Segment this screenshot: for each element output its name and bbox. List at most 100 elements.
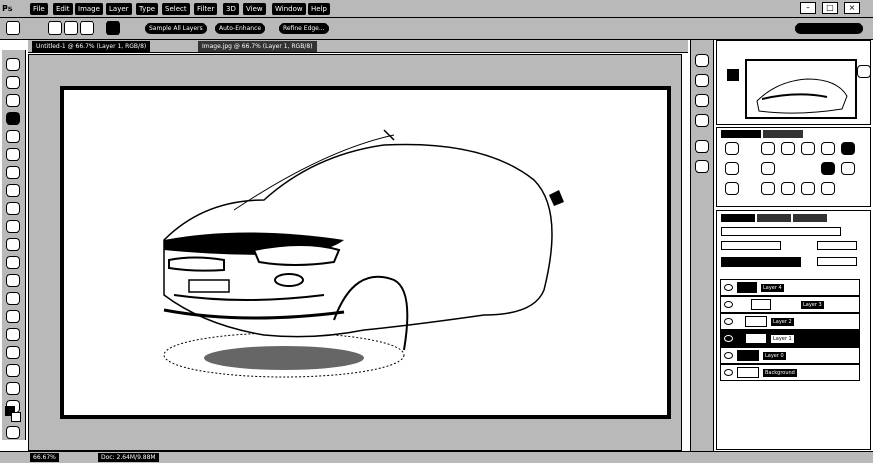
visibility-eye-icon[interactable] — [724, 284, 733, 291]
zoom-level[interactable]: 66.67% — [30, 453, 59, 462]
layer-row[interactable]: Layer 0 — [720, 347, 860, 364]
menu-type[interactable]: Type — [136, 3, 159, 15]
auto-enhance-checkbox[interactable]: Auto-Enhance — [215, 23, 266, 34]
styles-tab[interactable] — [721, 130, 761, 138]
dodge-tool-icon[interactable] — [6, 292, 20, 305]
document-canvas[interactable] — [60, 86, 671, 419]
info-panel-icon[interactable] — [695, 114, 709, 127]
style-swatch[interactable] — [841, 162, 855, 175]
blur-tool-icon[interactable] — [6, 274, 20, 287]
fill-field[interactable] — [817, 257, 857, 266]
pen-tool-icon[interactable] — [6, 310, 20, 323]
character-panel-icon[interactable] — [695, 160, 709, 173]
quick-selection-tool-icon[interactable] — [6, 112, 20, 125]
swatches-tab[interactable] — [763, 130, 803, 138]
menu-window[interactable]: Window — [272, 3, 306, 15]
layer-row[interactable]: Layer 4 — [720, 279, 860, 296]
style-swatch[interactable] — [801, 182, 815, 195]
add-selection-icon[interactable] — [64, 21, 78, 35]
menu-help[interactable]: Help — [308, 3, 330, 15]
quick-mask-icon[interactable] — [6, 426, 20, 439]
menu-layer[interactable]: Layer — [106, 3, 132, 15]
style-swatch[interactable] — [725, 142, 739, 155]
visibility-eye-icon[interactable] — [724, 352, 733, 359]
style-swatch[interactable] — [821, 162, 835, 175]
navigator-preview[interactable] — [745, 59, 857, 119]
healing-brush-tool-icon[interactable] — [6, 166, 20, 179]
navigator-zoom-in-icon[interactable] — [857, 65, 871, 78]
workspace-switcher[interactable] — [795, 23, 863, 34]
channels-tab[interactable] — [757, 214, 791, 222]
gradient-tool-icon[interactable] — [6, 256, 20, 269]
tools-panel — [2, 50, 26, 440]
blend-mode-dropdown[interactable] — [721, 241, 781, 250]
visibility-eye-icon[interactable] — [724, 318, 733, 325]
style-swatch[interactable] — [781, 182, 795, 195]
minimize-button[interactable]: – — [800, 2, 816, 14]
refine-edge-button[interactable]: Refine Edge... — [279, 23, 329, 34]
properties-panel-icon[interactable] — [695, 74, 709, 87]
layer-thumbnail — [745, 316, 767, 327]
hand-tool-icon[interactable] — [6, 382, 20, 395]
history-panel-icon[interactable] — [695, 54, 709, 67]
path-selection-tool-icon[interactable] — [6, 346, 20, 359]
layers-tab[interactable] — [721, 214, 755, 222]
layer-filter-dropdown[interactable] — [721, 227, 841, 236]
crop-tool-icon[interactable] — [6, 130, 20, 143]
maximize-button[interactable]: □ — [822, 2, 838, 14]
menu-select[interactable]: Select — [162, 3, 190, 15]
style-swatch[interactable] — [841, 142, 855, 155]
visibility-eye-icon[interactable] — [724, 335, 733, 342]
brush-tool-icon[interactable] — [6, 184, 20, 197]
style-swatch[interactable] — [781, 142, 795, 155]
layer-row[interactable]: Layer 3 — [720, 296, 860, 313]
adjustments-panel-icon[interactable] — [695, 94, 709, 107]
close-button[interactable]: × — [844, 2, 860, 14]
brush-panel-icon[interactable] — [695, 140, 709, 153]
eyedropper-tool-icon[interactable] — [6, 148, 20, 161]
new-selection-icon[interactable] — [48, 21, 62, 35]
style-swatch[interactable] — [725, 162, 739, 175]
clone-stamp-tool-icon[interactable] — [6, 202, 20, 215]
style-swatch[interactable] — [761, 142, 775, 155]
lasso-tool-icon[interactable] — [6, 94, 20, 107]
opacity-field[interactable] — [817, 241, 857, 250]
style-swatch[interactable] — [761, 182, 775, 195]
layer-thumbnail — [737, 367, 759, 378]
style-swatch[interactable] — [801, 142, 815, 155]
style-swatch[interactable] — [821, 142, 835, 155]
lock-options[interactable] — [721, 257, 801, 267]
menu-file[interactable]: File — [30, 3, 48, 15]
style-swatch[interactable] — [821, 182, 835, 195]
menu-view[interactable]: View — [243, 3, 266, 15]
type-tool-icon[interactable] — [6, 328, 20, 341]
history-brush-tool-icon[interactable] — [6, 220, 20, 233]
menu-filter[interactable]: Filter — [194, 3, 218, 15]
tool-preset-icon[interactable] — [6, 21, 20, 35]
move-tool-icon[interactable] — [6, 58, 20, 71]
layer-name: Background — [763, 369, 797, 377]
layer-row[interactable]: Layer 2 — [720, 313, 860, 330]
layer-name: Layer 0 — [763, 352, 786, 360]
layer-row[interactable]: Background — [720, 364, 860, 381]
doc-tab-active[interactable]: Untitled-1 @ 66.7% (Layer 1, RGB/8) — [32, 41, 151, 52]
shape-tool-icon[interactable] — [6, 364, 20, 377]
navigator-zoom-out-icon[interactable] — [727, 69, 739, 81]
brush-picker-icon[interactable] — [106, 21, 120, 35]
doc-tab-inactive[interactable]: Image.jpg @ 66.7% (Layer 1, RGB/8) — [198, 41, 317, 52]
style-swatch[interactable] — [725, 182, 739, 195]
menu-image[interactable]: Image — [75, 3, 103, 15]
marquee-tool-icon[interactable] — [6, 76, 20, 89]
paths-tab[interactable] — [793, 214, 827, 222]
sample-all-layers-checkbox[interactable]: Sample All Layers — [145, 23, 207, 34]
menu-3d[interactable]: 3D — [223, 3, 239, 15]
visibility-eye-icon[interactable] — [724, 369, 733, 376]
visibility-eye-icon[interactable] — [724, 301, 733, 308]
style-swatch[interactable] — [761, 162, 775, 175]
background-color-swatch[interactable] — [11, 412, 21, 422]
layer-row-selected[interactable]: Layer 1 — [720, 330, 860, 347]
eraser-tool-icon[interactable] — [6, 238, 20, 251]
layer-thumbnail — [745, 333, 767, 344]
menu-edit[interactable]: Edit — [53, 3, 73, 15]
subtract-selection-icon[interactable] — [80, 21, 94, 35]
